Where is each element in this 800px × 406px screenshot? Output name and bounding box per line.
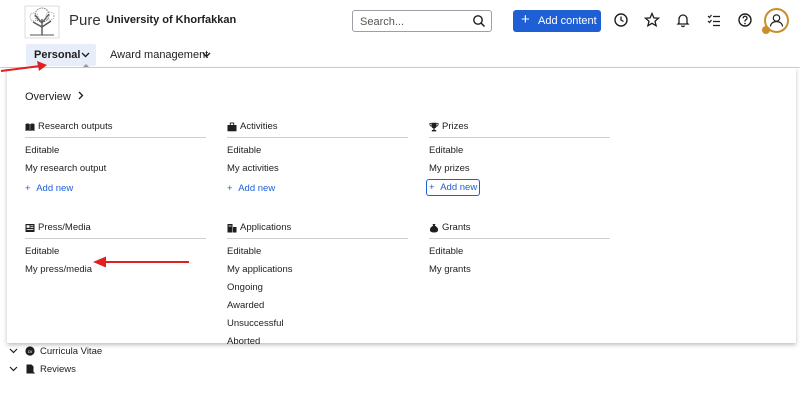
search-input[interactable] [358,13,472,31]
menu-item-prizes-editable[interactable]: Editable [429,145,463,156]
chevron-right-icon [78,91,84,100]
plus-icon: + [429,182,435,193]
menu-item-my-prizes[interactable]: My prizes [429,163,470,174]
menu-item-research-editable[interactable]: Editable [25,145,59,156]
menu-item-grants-editable[interactable]: Editable [429,246,463,257]
bell-icon[interactable] [675,12,691,28]
add-new-prize[interactable]: + Add new [426,179,481,196]
menu-item-my-activities[interactable]: My activities [227,163,279,174]
section-title: Prizes [442,121,469,132]
menu-item-activities-editable[interactable]: Editable [227,145,261,156]
section-divider [227,137,408,138]
add-new-label: Add new [238,183,276,194]
section-title: Applications [240,222,292,233]
briefcase-icon [227,122,237,132]
menu-item-my-grants[interactable]: My grants [429,264,471,275]
section-divider [429,137,610,138]
status-dot [762,26,770,34]
tab-award-management[interactable]: Award management [110,44,220,66]
menu-item-applications-editable[interactable]: Editable [227,246,261,257]
menu-item-ongoing[interactable]: Ongoing [227,282,263,293]
chevron-down-icon [9,348,18,354]
add-new-label: Add new [36,183,74,194]
search-box[interactable] [352,10,492,32]
plus-icon: + [25,183,31,194]
newspaper-icon [25,224,35,232]
add-new-research-output[interactable]: + Add new [25,183,73,194]
personal-menu-panel [7,68,796,343]
money-bag-icon [429,224,439,233]
help-icon[interactable] [737,12,753,28]
menu-item-aborted[interactable]: Aborted [227,336,260,347]
tasks-icon[interactable] [706,12,722,28]
add-new-activity[interactable]: + Add new [227,183,275,194]
tab-award-management-label: Award management [110,49,209,61]
curricula-vitae-label: Curricula Vitae [40,346,103,357]
overview-link[interactable]: Overview [25,91,84,103]
cv-icon: cv [25,346,35,356]
add-content-button[interactable]: + Add content [513,10,601,32]
menu-item-my-press-media[interactable]: My press/media [25,264,92,275]
chevron-down-icon [9,366,18,372]
section-divider [25,238,206,239]
section-title: Activities [240,121,278,132]
organization-name: University of Khorfakkan [106,14,237,26]
menu-item-press-editable[interactable]: Editable [25,246,59,257]
trophy-icon [429,122,439,132]
menu-item-awarded[interactable]: Awarded [227,300,264,311]
chevron-down-icon [81,52,90,58]
applications-icon [227,224,237,233]
app-brand[interactable]: Pure [69,12,101,29]
plus-icon: + [227,183,233,194]
annotation-arrow-personal [0,61,47,72]
review-icon [26,364,35,374]
menu-item-my-applications[interactable]: My applications [227,264,292,275]
user-avatar[interactable] [762,8,789,34]
overview-label: Overview [25,91,71,103]
chevron-down-icon [202,52,211,58]
section-title: Press/Media [38,222,91,233]
section-divider [429,238,610,239]
menu-item-my-research-output[interactable]: My research output [25,163,106,174]
section-title: Grants [442,222,471,233]
svg-text:cv: cv [28,349,33,354]
section-divider [227,238,408,239]
search-icon[interactable] [472,14,486,28]
star-icon[interactable] [643,11,661,28]
section-title: Research outputs [38,121,113,132]
book-open-icon [25,123,35,131]
section-divider [25,137,206,138]
university-logo[interactable] [24,5,60,39]
add-new-label: Add new [440,182,478,193]
plus-icon: + [521,11,530,28]
reviews-label: Reviews [40,364,76,375]
annotation-arrow-press-media [93,256,189,268]
add-content-label: Add content [538,15,597,27]
history-icon[interactable] [613,12,629,28]
menu-item-unsuccessful[interactable]: Unsuccessful [227,318,284,329]
